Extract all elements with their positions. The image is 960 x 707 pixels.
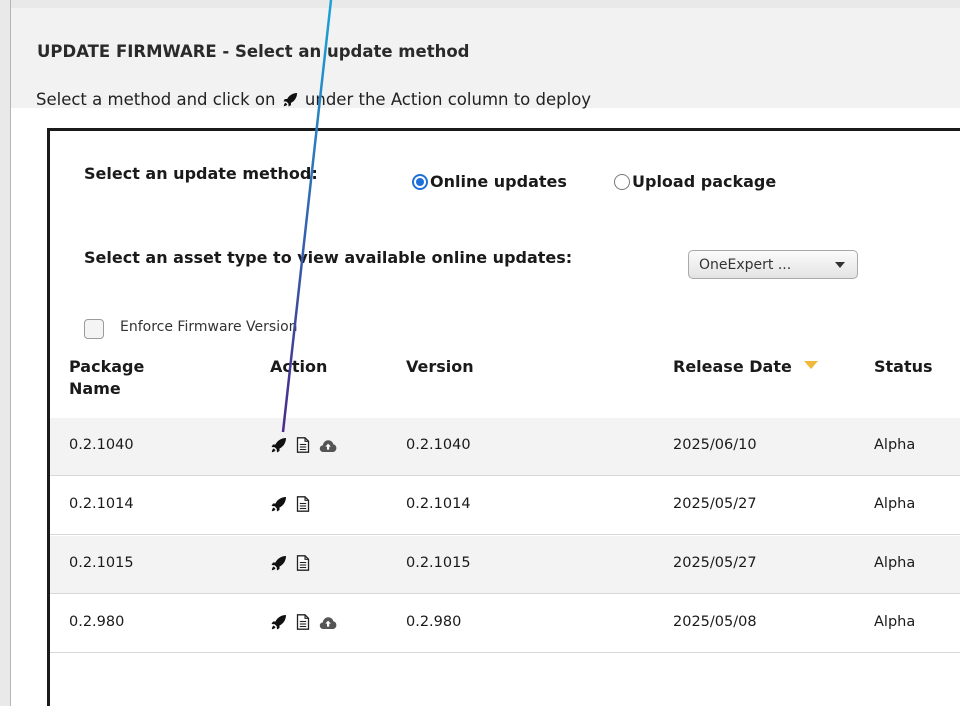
action-icons <box>271 555 310 575</box>
table-row: 0.2.1014 0.2.1014 2025/05/27 Alpha <box>50 477 960 535</box>
version-cell: 0.2.980 <box>406 614 462 630</box>
online-updates-radio[interactable]: Online updates <box>412 172 567 191</box>
column-header-package-name[interactable]: Package Name <box>69 356 144 400</box>
enforce-firmware-label: Enforce Firmware Version <box>120 319 298 335</box>
table-row: 0.2.1040 0.2.1040 2025/06/10 Alpha <box>50 418 960 476</box>
instruction-after: under the Action column to deploy <box>304 90 592 109</box>
package-name-cell: 0.2.980 <box>69 614 125 630</box>
chevron-down-icon <box>835 262 845 268</box>
package-header-line1: Package <box>69 357 145 376</box>
package-name-cell: 0.2.1015 <box>69 555 134 571</box>
release-date-cell: 2025/05/27 <box>673 496 757 512</box>
asset-type-select[interactable]: OneExpert ... <box>688 250 858 279</box>
cloud-upload-icon[interactable] <box>319 438 337 457</box>
version-cell: 0.2.1015 <box>406 555 471 571</box>
release-date-cell: 2025/05/27 <box>673 555 757 571</box>
radio-unselected-indicator[interactable] <box>614 173 630 190</box>
release-date-cell: 2025/06/10 <box>673 437 757 453</box>
window-left-strip <box>0 0 11 706</box>
instruction-text: Select a method and click on under the A… <box>36 90 591 111</box>
document-icon[interactable] <box>296 614 310 634</box>
status-cell: Alpha <box>874 437 916 453</box>
column-header-release-date[interactable]: Release Date <box>673 356 818 378</box>
version-cell: 0.2.1014 <box>406 496 471 512</box>
action-icons <box>271 437 337 457</box>
rocket-icon[interactable] <box>271 555 287 575</box>
release-date-header-label: Release Date <box>673 357 792 376</box>
enforce-firmware-checkbox[interactable] <box>84 319 104 339</box>
window-top-strip <box>0 0 960 8</box>
asset-type-value: OneExpert ... <box>699 257 792 273</box>
package-name-cell: 0.2.1014 <box>69 496 134 512</box>
column-header-version[interactable]: Version <box>406 356 474 378</box>
package-header-line2: Name <box>69 379 121 398</box>
upload-package-radio[interactable]: Upload package <box>614 172 776 191</box>
document-icon[interactable] <box>296 437 310 457</box>
table-row: 0.2.1015 0.2.1015 2025/05/27 Alpha <box>50 536 960 594</box>
document-icon[interactable] <box>296 496 310 516</box>
asset-type-label: Select an asset type to view available o… <box>84 248 573 267</box>
column-header-status[interactable]: Status <box>874 356 933 378</box>
status-cell: Alpha <box>874 614 916 630</box>
release-date-cell: 2025/05/08 <box>673 614 757 630</box>
rocket-icon[interactable] <box>271 496 287 516</box>
version-cell: 0.2.1040 <box>406 437 471 453</box>
table-row: 0.2.980 0.2.980 2025/05/08 Alpha <box>50 595 960 653</box>
sort-descending-icon[interactable] <box>803 361 818 369</box>
status-cell: Alpha <box>874 496 916 512</box>
document-icon[interactable] <box>296 555 310 575</box>
online-updates-label: Online updates <box>430 172 567 191</box>
upload-package-label: Upload package <box>632 172 777 191</box>
page-title: UPDATE FIRMWARE - Select an update metho… <box>37 42 470 61</box>
action-icons <box>271 496 310 516</box>
instruction-before: Select a method and click on <box>36 90 276 109</box>
action-icons <box>271 614 337 634</box>
package-name-cell: 0.2.1040 <box>69 437 134 453</box>
radio-selected-indicator[interactable] <box>412 173 428 190</box>
update-method-label: Select an update method: <box>84 164 318 183</box>
column-header-action: Action <box>270 357 328 376</box>
rocket-icon[interactable] <box>271 437 287 457</box>
cloud-upload-icon[interactable] <box>319 615 337 634</box>
status-cell: Alpha <box>874 555 916 571</box>
rocket-icon[interactable] <box>271 614 287 634</box>
rocket-icon <box>283 92 298 111</box>
